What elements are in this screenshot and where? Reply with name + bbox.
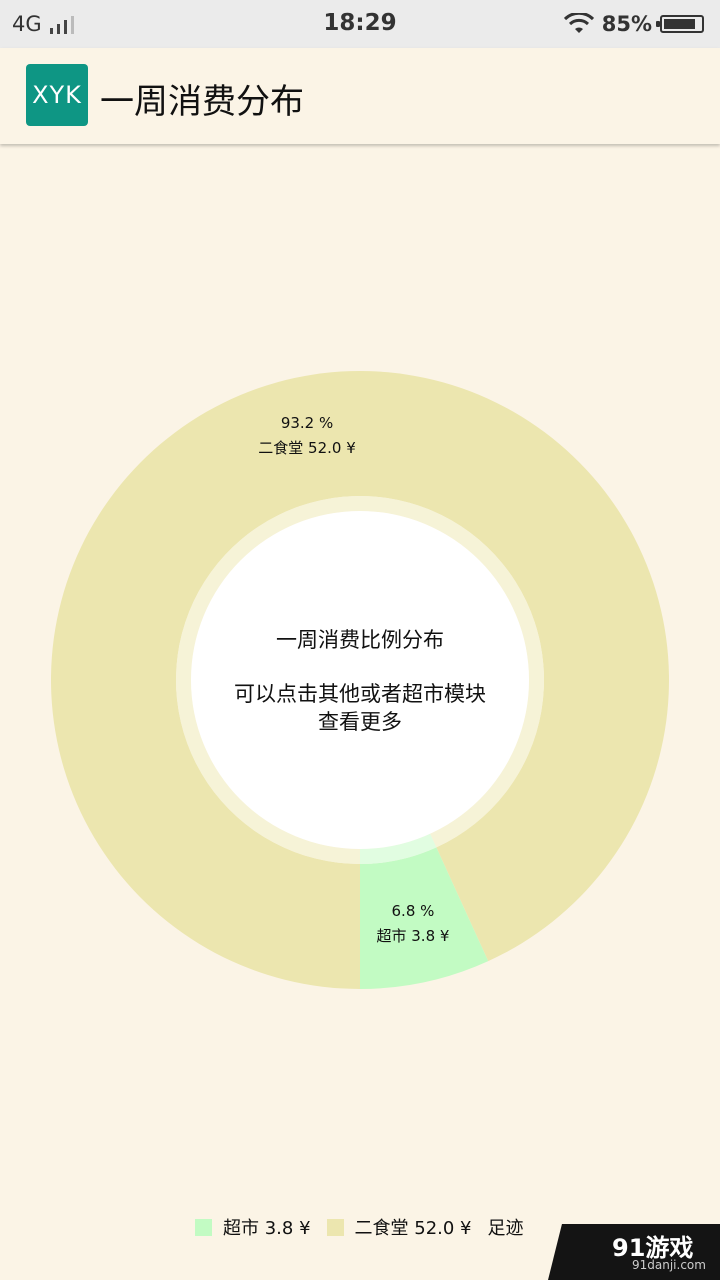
chart-legend: 超市 3.8 ¥ 二食堂 52.0 ¥ 足迹 — [195, 1214, 540, 1240]
legend-swatch-supermarket — [195, 1218, 212, 1236]
legend-label-canteen: 二食堂 52.0 ¥ — [354, 1218, 472, 1239]
legend-label-footprint: 足迹 — [487, 1218, 524, 1239]
slice-percent-label-0: 93.2 % — [281, 414, 333, 432]
slice-value-label-1: 超市 3.8 ¥ — [377, 927, 450, 945]
legend-label-supermarket: 超市 3.8 ¥ — [223, 1218, 311, 1239]
slice-percent-label-1: 6.8 % — [392, 902, 435, 920]
legend-swatch-canteen — [326, 1218, 344, 1236]
center-subtitle-line-1: 可以点击其他或者超市模块 — [234, 682, 486, 706]
watermark-subtext: 91danji.com — [632, 1258, 706, 1272]
center-title: 一周消费比例分布 — [276, 628, 444, 652]
legend-item-footprint[interactable]: 足迹 — [488, 1214, 524, 1240]
legend-item-canteen[interactable]: 二食堂 52.0 ¥ — [326, 1214, 472, 1240]
center-subtitle: 可以点击其他或者超市模块 查看更多 — [180, 680, 540, 736]
center-subtitle-line-2: 查看更多 — [318, 710, 402, 734]
slice-value-label-0: 二食堂 52.0 ¥ — [258, 439, 355, 457]
legend-item-supermarket[interactable]: 超市 3.8 ¥ — [195, 1214, 311, 1240]
